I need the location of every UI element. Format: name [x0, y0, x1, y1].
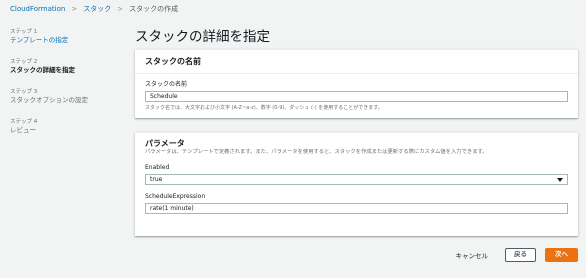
back-button[interactable]: 戻る — [505, 248, 536, 262]
step-number: ステップ 3 — [10, 89, 38, 95]
parameters-description: パラメータは、テンプレートで定義されます。また、パラメータを使用すると、スタック… — [145, 149, 488, 155]
schedule-expression-input[interactable]: rate(1 minute) — [145, 203, 568, 214]
step-label-options: スタックオプションの設定 — [10, 96, 88, 104]
step-label-review: レビュー — [10, 126, 36, 134]
step-number: ステップ 2 — [10, 59, 38, 65]
wizard-step-3: ステップ 3 スタックオプションの設定 — [10, 88, 120, 105]
breadcrumb-stacks-link[interactable]: スタック — [83, 4, 111, 14]
enabled-select[interactable]: true — [145, 174, 568, 185]
wizard-step-1: ステップ 1 テンプレートの指定 — [10, 28, 120, 45]
parameters-panel: パラメータ パラメータは、テンプレートで定義されます。また、パラメータを使用する… — [135, 132, 578, 236]
page-title: スタックの詳細を指定 — [135, 29, 270, 45]
enabled-label: Enabled — [145, 164, 170, 171]
breadcrumb: CloudFormation > スタック > スタックの作成 — [10, 4, 178, 14]
chevron-right-icon: > — [71, 5, 78, 13]
breadcrumb-cloudformation-link[interactable]: CloudFormation — [10, 5, 65, 13]
caret-down-icon — [557, 177, 563, 182]
wizard-steps-sidebar: ステップ 1 テンプレートの指定 ステップ 2 スタックの詳細を指定 ステップ … — [10, 28, 120, 148]
next-button[interactable]: 次へ — [545, 248, 578, 262]
step-number: ステップ 1 — [10, 29, 38, 35]
step-link-template[interactable]: テンプレートの指定 — [10, 36, 120, 45]
step-label-current: スタックの詳細を指定 — [10, 66, 75, 74]
cancel-button[interactable]: キャンセル — [448, 250, 497, 260]
stack-name-panel: スタックの名前 スタックの名前 Schedule スタック名では、大文字および小… — [135, 49, 578, 118]
wizard-step-4: ステップ 4 レビュー — [10, 118, 120, 135]
panel-header: パラメータ — [145, 139, 185, 148]
step-number: ステップ 4 — [10, 119, 38, 125]
wizard-footer: キャンセル 戻る 次へ — [448, 248, 578, 262]
schedule-expression-label: ScheduleExpression — [145, 193, 206, 200]
stack-name-label: スタックの名前 — [145, 81, 188, 88]
breadcrumb-current: スタックの作成 — [129, 5, 179, 13]
wizard-step-2: ステップ 2 スタックの詳細を指定 — [10, 58, 120, 75]
stack-name-input[interactable]: Schedule — [145, 91, 568, 102]
stack-name-hint: スタック名では、大文字および小文字 (A-Z~a-z)、数字 (0-9)、ダッシ… — [145, 105, 383, 111]
chevron-right-icon: > — [117, 5, 124, 13]
enabled-select-value: true — [150, 176, 163, 183]
panel-header: スタックの名前 — [135, 50, 578, 74]
